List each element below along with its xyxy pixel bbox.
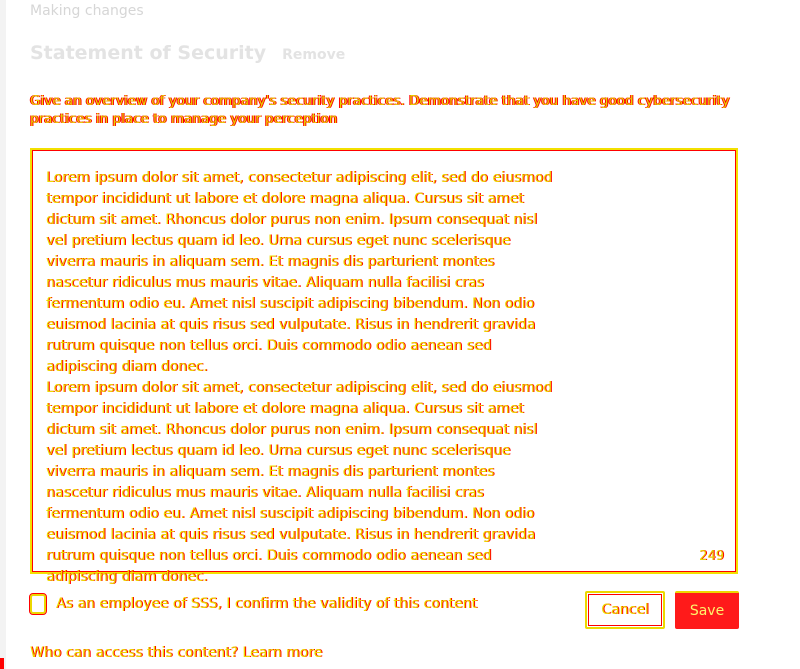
confirm-checkbox[interactable] — [29, 593, 47, 615]
section-title: Statement of Security — [30, 42, 267, 64]
left-divider — [0, 0, 6, 669]
statement-text[interactable]: Lorem ipsum dolor sit amet, consectetur … — [46, 168, 556, 588]
section-header: Statement of Security Remove — [30, 42, 345, 64]
left-accent-marker — [0, 658, 4, 669]
save-button[interactable]: Save — [675, 591, 739, 629]
character-count: 249 — [699, 549, 724, 564]
cancel-button[interactable]: Cancel — [585, 591, 665, 629]
remove-button[interactable]: Remove — [282, 47, 345, 63]
section-description: Give an overview of your company's secur… — [30, 93, 730, 127]
statement-editor-page: Making changes Statement of Security Rem… — [0, 0, 800, 669]
learn-more-link[interactable]: Who can access this content? Learn more — [30, 645, 322, 661]
confirm-label[interactable]: As an employee of SSS, I confirm the val… — [56, 596, 477, 612]
confirm-row: As an employee of SSS, I confirm the val… — [29, 593, 477, 615]
breadcrumb: Making changes — [30, 3, 144, 19]
statement-textarea[interactable]: Lorem ipsum dolor sit amet, consectetur … — [30, 148, 738, 585]
